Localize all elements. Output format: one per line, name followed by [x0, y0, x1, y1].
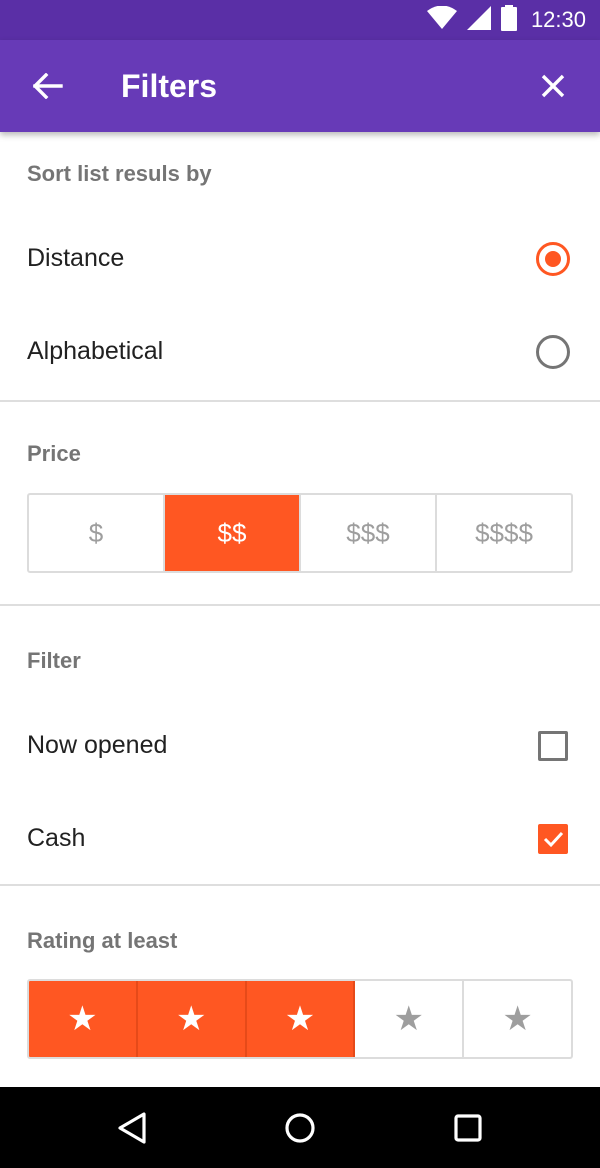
status-bar: 12:30 — [0, 0, 600, 40]
filter-option-label: Now opened — [27, 731, 168, 759]
sort-section-header: Sort list resuls by — [27, 161, 212, 186]
battery-icon — [500, 4, 517, 36]
star-icon: ★ — [284, 1000, 316, 1038]
status-icons: 12:30 — [426, 0, 586, 40]
sort-option-distance[interactable]: Distance — [0, 212, 600, 305]
star-icon: ★ — [393, 1000, 425, 1038]
divider — [0, 884, 600, 886]
price-option-1[interactable]: $ — [29, 495, 165, 571]
close-icon — [541, 74, 565, 98]
rating-selector: ★ ★ ★ ★ ★ — [27, 979, 573, 1059]
wifi-icon — [426, 5, 457, 35]
price-option-4[interactable]: $$$$ — [437, 495, 571, 571]
status-time: 12:30 — [530, 7, 586, 32]
filter-section-header: Filter — [27, 648, 81, 673]
page-title: Filters — [121, 68, 218, 104]
rating-star-3[interactable]: ★ — [246, 981, 356, 1057]
nav-home-button[interactable] — [279, 1107, 321, 1149]
back-button[interactable] — [24, 62, 72, 110]
rating-star-2[interactable]: ★ — [137, 981, 247, 1057]
sort-option-label: Distance — [27, 244, 125, 272]
arrow-back-icon — [33, 73, 63, 99]
rating-star-1[interactable]: ★ — [29, 981, 138, 1057]
home-circle-icon — [285, 1113, 315, 1143]
star-icon: ★ — [502, 1000, 533, 1038]
rating-star-4[interactable]: ★ — [355, 981, 465, 1057]
checkbox-checked[interactable] — [538, 824, 568, 854]
app-bar: Filters — [0, 40, 600, 132]
filter-option-label: Cash — [27, 824, 86, 852]
filter-option-cash[interactable]: Cash — [0, 792, 600, 885]
sort-option-alphabetical[interactable]: Alphabetical — [0, 305, 600, 398]
price-section-header: Price — [27, 441, 81, 466]
signal-icon — [466, 5, 491, 35]
sort-option-label: Alphabetical — [27, 337, 164, 365]
price-option-2[interactable]: $$ — [165, 495, 301, 571]
system-nav-bar — [0, 1087, 600, 1168]
back-triangle-icon — [118, 1112, 146, 1144]
checkmark-icon — [543, 831, 564, 848]
filter-option-now-opened[interactable]: Now opened — [0, 699, 600, 792]
divider — [0, 604, 600, 606]
price-selector: $ $$ $$$ $$$$ — [27, 493, 573, 573]
checkbox-unchecked[interactable] — [538, 731, 568, 761]
filters-content: Sort list resuls by Distance Alphabetica… — [0, 132, 600, 1087]
nav-recents-button[interactable] — [447, 1107, 489, 1149]
nav-back-button[interactable] — [111, 1107, 153, 1149]
price-option-3[interactable]: $$$ — [301, 495, 437, 571]
star-icon: ★ — [175, 1000, 207, 1038]
rating-section-header: Rating at least — [27, 928, 178, 953]
recents-square-icon — [454, 1114, 482, 1142]
radio-button-unchecked[interactable] — [536, 335, 570, 369]
rating-star-5[interactable]: ★ — [464, 981, 571, 1057]
close-button[interactable] — [529, 62, 577, 110]
divider — [0, 400, 600, 402]
star-icon: ★ — [67, 1000, 98, 1038]
radio-button-checked[interactable] — [536, 242, 570, 276]
